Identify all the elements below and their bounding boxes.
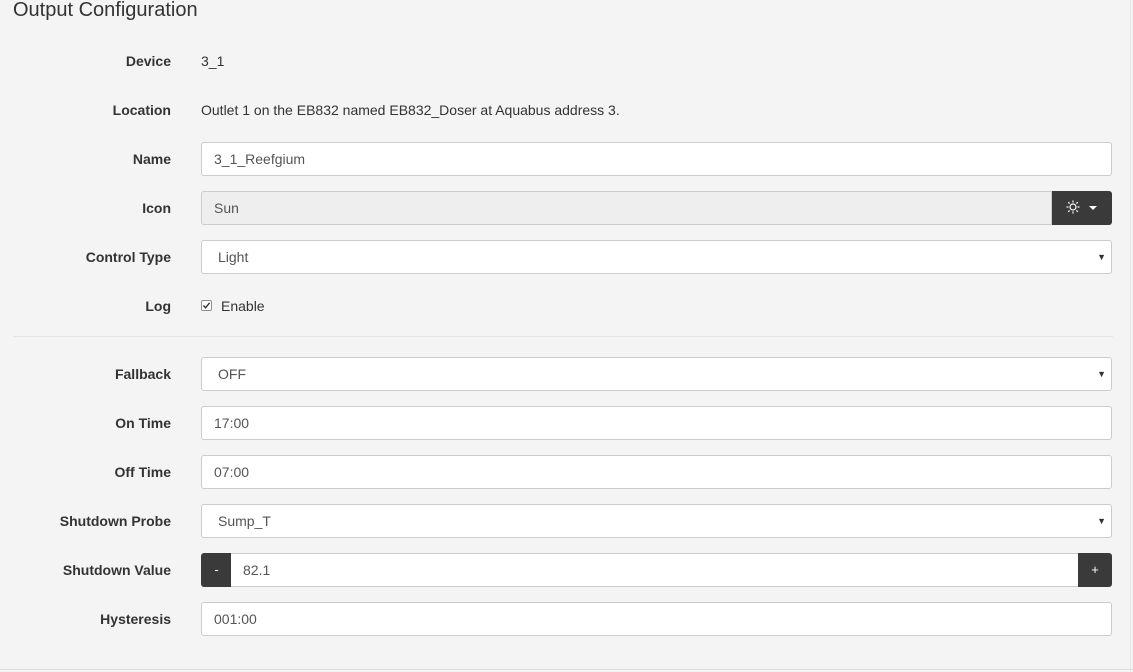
off-time-row: Off Time 07:00 (0, 455, 1133, 489)
name-input[interactable]: 3_1_Reefgium (201, 142, 1112, 176)
location-value: Outlet 1 on the EB832 named EB832_Doser … (201, 102, 620, 118)
shutdown-probe-label: Shutdown Probe (59, 513, 171, 529)
fallback-select[interactable]: OFF ▼ (201, 357, 1112, 391)
output-configuration-page: Output Configuration Device 3_1 Location… (0, 0, 1133, 672)
select-arrow-icon: ▼ (1097, 252, 1106, 262)
off-time-input[interactable]: 07:00 (201, 455, 1112, 489)
section-divider (13, 336, 1113, 337)
name-label: Name (132, 151, 171, 167)
panel-bottom-border (0, 669, 1133, 670)
shutdown-probe-select[interactable]: Sump_T ▼ (201, 504, 1112, 538)
sun-icon (1066, 200, 1080, 214)
icon-picker-button[interactable] (1052, 191, 1112, 225)
device-value: 3_1 (201, 53, 225, 69)
on-time-label: On Time (115, 415, 171, 431)
shutdown-value-input[interactable]: 82.1 (231, 553, 1079, 587)
chevron-down-icon (1089, 206, 1097, 210)
fallback-row: Fallback OFF ▼ (0, 357, 1133, 391)
device-label: Device (125, 53, 171, 69)
icon-row: Icon Sun (0, 191, 1133, 225)
shutdown-value-label: Shutdown Value (62, 562, 171, 578)
page-title: Output Configuration (13, 0, 198, 21)
decrement-button[interactable]: - (201, 553, 232, 587)
location-label: Location (112, 102, 171, 118)
control-type-label: Control Type (85, 249, 171, 265)
select-arrow-icon: ▼ (1097, 369, 1106, 379)
log-enable-label[interactable]: Enable (221, 289, 265, 323)
checkmark-icon (202, 302, 211, 309)
location-row: Location Outlet 1 on the EB832 named EB8… (0, 93, 1133, 127)
name-row: Name 3_1_Reefgium (0, 142, 1133, 176)
device-row: Device 3_1 (0, 44, 1133, 78)
control-type-select[interactable]: Light ▼ (201, 240, 1112, 274)
fallback-value: OFF (218, 366, 246, 382)
hysteresis-label: Hysteresis (100, 611, 171, 627)
hysteresis-input[interactable]: 001:00 (201, 602, 1112, 636)
select-arrow-icon: ▼ (1097, 516, 1106, 526)
icon-label: Icon (142, 200, 171, 216)
on-time-input[interactable]: 17:00 (201, 406, 1112, 440)
increment-button[interactable]: + (1078, 553, 1112, 587)
log-label: Log (145, 298, 171, 314)
shutdown-probe-value: Sump_T (218, 513, 271, 529)
fallback-label: Fallback (114, 366, 171, 382)
hysteresis-row: Hysteresis 001:00 (0, 602, 1133, 636)
on-time-row: On Time 17:00 (0, 406, 1133, 440)
log-enable-checkbox[interactable] (201, 300, 212, 311)
icon-input: Sun (201, 191, 1052, 225)
off-time-label: Off Time (114, 464, 171, 480)
control-type-value: Light (218, 249, 249, 265)
log-row: Log Enable (0, 289, 1133, 323)
control-type-row: Control Type Light ▼ (0, 240, 1133, 274)
shutdown-value-row: Shutdown Value - 82.1 + (0, 553, 1133, 587)
shutdown-probe-row: Shutdown Probe Sump_T ▼ (0, 504, 1133, 538)
